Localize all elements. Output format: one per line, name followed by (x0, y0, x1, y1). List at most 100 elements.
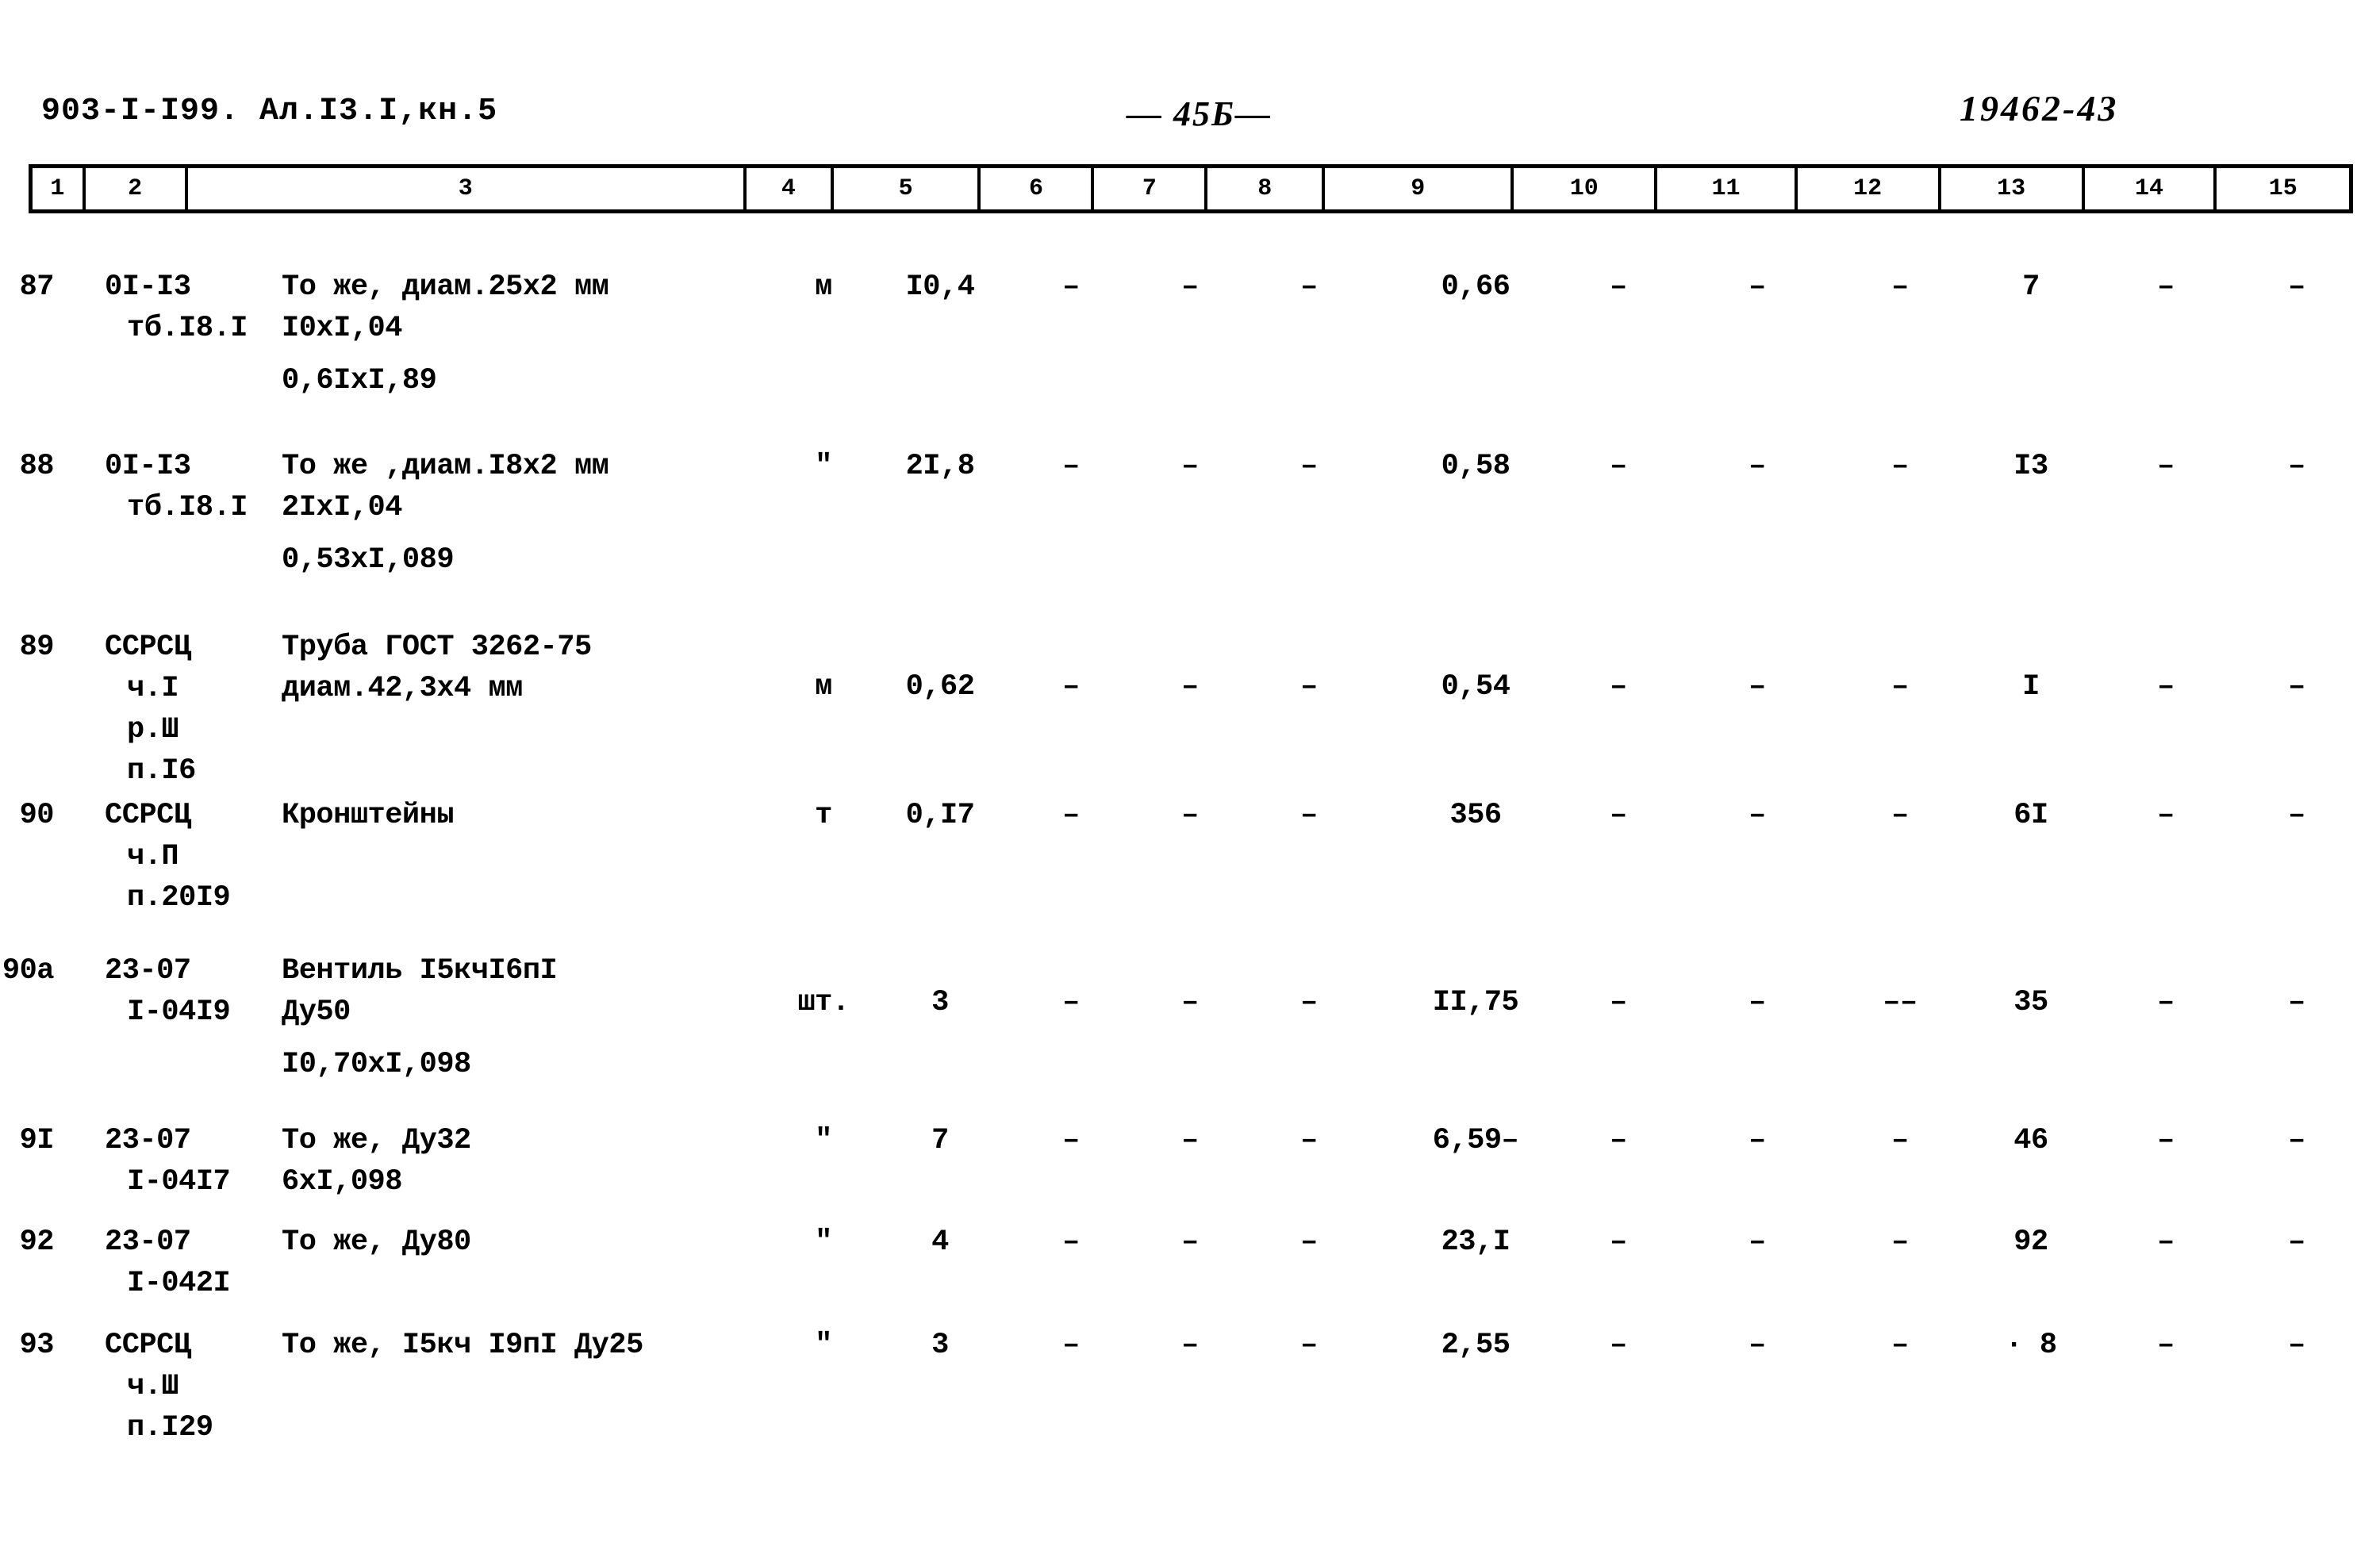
cell-col7: – (1181, 1226, 1199, 1259)
cell-col13: 35 (2013, 986, 2048, 1019)
cell-unit: " (815, 1124, 832, 1157)
cell-col12: – (1891, 1226, 1909, 1259)
cell-col8: – (1300, 986, 1318, 1019)
cell-col13: 46 (2013, 1124, 2048, 1157)
cell-col14: – (2157, 1124, 2175, 1157)
cell-unit: т (815, 799, 832, 832)
cell-source-code: 0I-I3 тб.I8.I (105, 267, 287, 349)
code-line: ССРСЦ (105, 1329, 191, 1362)
cell-unit: " (815, 1226, 832, 1259)
cell-quantity: 4 (931, 1226, 949, 1259)
cell-description: То же, диам.25х2 мм I0хI,04 0,6IхI,89 (282, 267, 789, 401)
cell-col12: – (1891, 450, 1909, 483)
code-line: п.I6 (127, 754, 196, 788)
cell-col10: – (1610, 270, 1627, 304)
column-header-11: 11 (1657, 168, 1798, 209)
column-header-9: 9 (1325, 168, 1514, 209)
cell-col8: – (1300, 1329, 1318, 1362)
description-line: Труба ГОСТ 3262-75 (282, 631, 592, 664)
code-line: ССРСЦ (105, 799, 191, 832)
description-line: 0,6IхI,89 (282, 364, 437, 397)
code-line: ССРСЦ (105, 631, 191, 664)
description-line: Кронштейны (282, 799, 455, 832)
cell-description: Труба ГОСТ 3262-75 диам.42,3х4 мм (282, 627, 789, 709)
cell-price: 356 (1449, 799, 1502, 832)
cell-col14: – (2157, 799, 2175, 832)
cell-quantity: 0,I7 (905, 799, 975, 832)
cell-col10: – (1610, 1226, 1627, 1259)
cell-col11: – (1749, 799, 1766, 832)
cell-col7: – (1181, 986, 1199, 1019)
cell-col10: – (1610, 450, 1627, 483)
description-line: 0,53хI,089 (282, 543, 455, 577)
cell-position-number: 90 (19, 799, 55, 832)
cell-col15: – (2288, 1124, 2305, 1157)
cell-description: То же ,диам.I8х2 мм 2IхI,04 0,53хI,089 (282, 446, 789, 581)
cell-col11: – (1749, 670, 1766, 704)
cell-unit: м (815, 270, 832, 304)
cell-unit: " (815, 1329, 832, 1362)
cell-position-number: 90а (2, 954, 55, 988)
column-header-5: 5 (834, 168, 981, 209)
cell-position-number: 92 (19, 1226, 55, 1259)
cell-description: Кронштейны (282, 795, 789, 836)
archive-number: 19462-43 (1960, 88, 2119, 129)
cell-col8: – (1300, 670, 1318, 704)
cell-col7: – (1181, 1329, 1199, 1362)
cell-col12: – (1891, 670, 1909, 704)
cell-position-number: 87 (19, 270, 55, 304)
cell-col13: 92 (2013, 1226, 2048, 1259)
cell-col14: – (2157, 450, 2175, 483)
column-header-6: 6 (981, 168, 1095, 209)
code-line: п.I29 (127, 1411, 213, 1444)
cell-source-code: ССРСЦ ч.П п.20I9 (105, 795, 287, 919)
column-header-10: 10 (1514, 168, 1658, 209)
description-line: То же ,диам.I8х2 мм (282, 450, 609, 483)
cell-col11: – (1749, 450, 1766, 483)
cell-col12: – (1891, 1124, 1909, 1157)
cell-quantity: 3 (931, 986, 949, 1019)
code-line: ч.Ш (127, 1370, 179, 1403)
cell-unit: шт. (797, 986, 850, 1019)
table-column-header-row: 1 2 3 4 5 6 7 8 9 10 11 12 13 14 15 (29, 164, 2353, 213)
cell-source-code: 23-07 I-042I (105, 1222, 287, 1304)
cell-source-code: ССРСЦ ч.Ш п.I29 (105, 1325, 287, 1448)
cell-col14: – (2157, 270, 2175, 304)
column-header-1: 1 (33, 168, 86, 209)
cell-col15: – (2288, 270, 2305, 304)
column-header-12: 12 (1798, 168, 1941, 209)
cell-col8: – (1300, 270, 1318, 304)
cell-source-code: ССРСЦ ч.I р.Ш п.I6 (105, 627, 287, 792)
cell-position-number: 93 (19, 1329, 55, 1362)
cell-col6: – (1062, 1124, 1080, 1157)
cell-col11: – (1749, 1329, 1766, 1362)
column-header-7: 7 (1094, 168, 1208, 209)
cell-col7: – (1181, 1124, 1199, 1157)
cell-unit: " (815, 450, 832, 483)
code-line: 23-07 (105, 954, 191, 988)
cell-col6: – (1062, 450, 1080, 483)
cell-col15: – (2288, 986, 2305, 1019)
cell-col14: – (2157, 1329, 2175, 1362)
cell-price: 0,66 (1441, 270, 1511, 304)
description-line: То же, I5кч I9пI Ду25 (282, 1329, 643, 1362)
cell-price: 0,54 (1441, 670, 1511, 704)
description-line: I0,70хI,098 (282, 1048, 471, 1081)
cell-col13: · 8 (2005, 1329, 2057, 1362)
column-header-8: 8 (1207, 168, 1326, 209)
cell-col8: – (1300, 450, 1318, 483)
cell-col15: – (2288, 670, 2305, 704)
cell-price: II,75 (1432, 986, 1519, 1019)
cell-quantity: I0,4 (905, 270, 975, 304)
cell-col14: – (2157, 1226, 2175, 1259)
cell-price: 23,I (1441, 1226, 1511, 1259)
column-header-4: 4 (747, 168, 834, 209)
description-line: 6хI,098 (282, 1165, 402, 1199)
description-line: Ду50 (282, 996, 351, 1029)
cell-col7: – (1181, 450, 1199, 483)
cell-position-number: 88 (19, 450, 55, 483)
cell-col15: – (2288, 450, 2305, 483)
document-code-header: 903-I-I99. Ал.I3.I,кн.5 (41, 94, 498, 129)
cell-col13: 6I (2013, 799, 2048, 832)
cell-col10: – (1610, 799, 1627, 832)
